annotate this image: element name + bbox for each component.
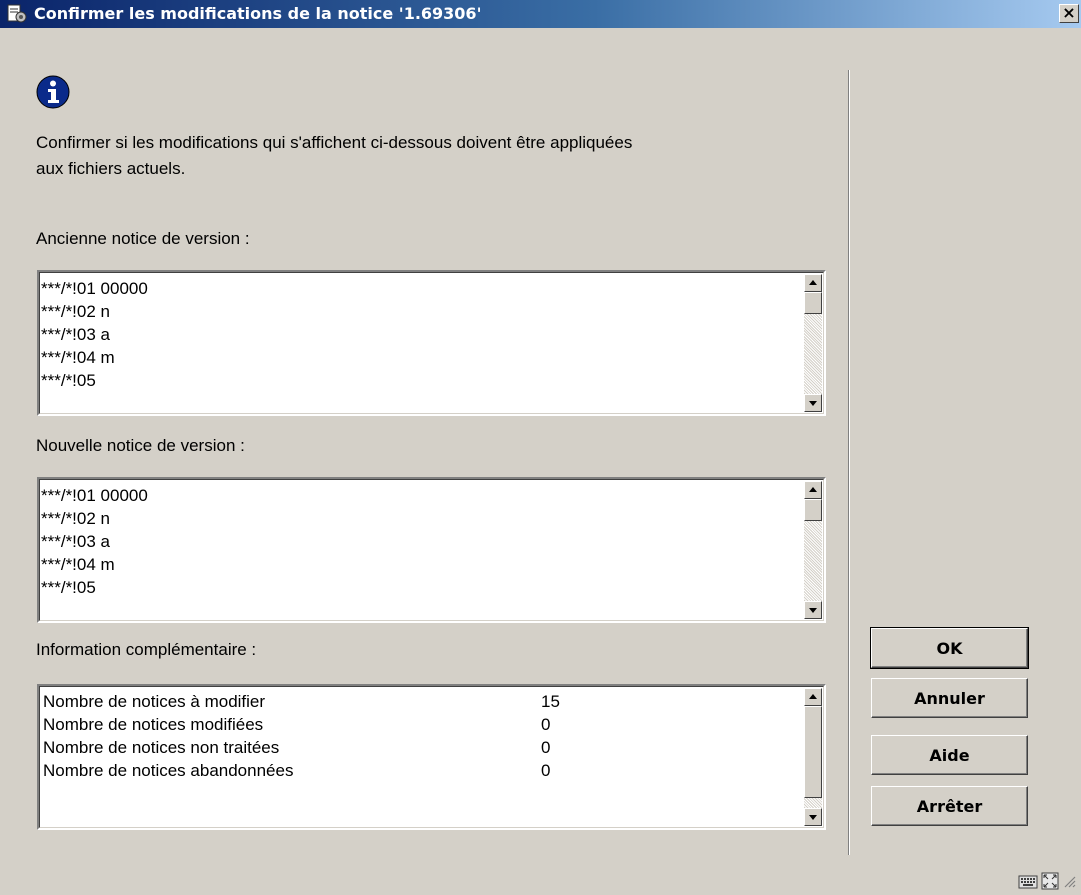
help-button[interactable]: Aide xyxy=(871,735,1028,775)
additional-info-label: Information complémentaire : xyxy=(36,640,257,659)
fullscreen-icon[interactable] xyxy=(1041,872,1059,890)
list-item: ***/*!02 n xyxy=(41,509,110,528)
info-value: 0 xyxy=(541,738,551,757)
arrow-up-icon xyxy=(809,487,817,492)
old-record-label: Ancienne notice de version : xyxy=(36,229,250,248)
additional-info-list[interactable]: Nombre de notices à modifier 15 Nombre d… xyxy=(37,684,826,830)
arrow-up-icon xyxy=(809,280,817,285)
scroll-up-button[interactable] xyxy=(804,274,822,292)
info-label: Nombre de notices abandonnées xyxy=(43,761,294,780)
list-item: ***/*!05 xyxy=(41,578,96,597)
list-item: ***/*!03 a xyxy=(41,532,110,551)
status-icons xyxy=(1014,870,1078,892)
scroll-thumb[interactable] xyxy=(804,706,822,798)
info-label: Nombre de notices non traitées xyxy=(43,738,280,757)
list-item: ***/*!04 m xyxy=(41,348,115,367)
scroll-down-button[interactable] xyxy=(804,808,822,826)
new-record-label: Nouvelle notice de version : xyxy=(36,436,245,455)
arrow-down-icon xyxy=(809,815,817,820)
message-line-1: Confirmer si les modifications qui s'aff… xyxy=(36,133,633,152)
info-value: 15 xyxy=(541,692,560,711)
resize-icon[interactable] xyxy=(1064,876,1076,888)
message-line-2: aux fichiers actuels. xyxy=(36,159,186,178)
info-value: 0 xyxy=(541,715,551,734)
new-record-list[interactable]: ***/*!01 00000 ***/*!02 n ***/*!03 a ***… xyxy=(37,477,826,623)
ok-button[interactable]: OK xyxy=(870,627,1029,669)
scroll-thumb[interactable] xyxy=(804,499,822,521)
info-icon xyxy=(36,75,70,109)
list-item: ***/*!03 a xyxy=(41,325,110,344)
scroll-thumb[interactable] xyxy=(804,292,822,314)
scroll-down-button[interactable] xyxy=(804,394,822,412)
scroll-down-button[interactable] xyxy=(804,601,822,619)
list-item: ***/*!01 00000 xyxy=(41,279,148,298)
vertical-scrollbar[interactable] xyxy=(804,274,822,412)
list-item: ***/*!05 xyxy=(41,371,96,390)
arrow-up-icon xyxy=(809,694,817,699)
arrow-down-icon xyxy=(809,608,817,613)
list-item: ***/*!02 n xyxy=(41,302,110,321)
close-button[interactable]: × xyxy=(1059,4,1079,23)
app-icon xyxy=(7,4,27,23)
scroll-up-button[interactable] xyxy=(804,481,822,499)
list-item: ***/*!04 m xyxy=(41,555,115,574)
title-bar[interactable]: Confirmer les modifications de la notice… xyxy=(0,0,1081,28)
vertical-scrollbar[interactable] xyxy=(804,688,822,826)
info-label: Nombre de notices modifiées xyxy=(43,715,264,734)
window-title: Confirmer les modifications de la notice… xyxy=(34,4,482,23)
stop-button[interactable]: Arrêter xyxy=(871,786,1028,826)
scroll-up-button[interactable] xyxy=(804,688,822,706)
list-item: ***/*!01 00000 xyxy=(41,486,148,505)
vertical-divider xyxy=(848,70,850,855)
cancel-button[interactable]: Annuler xyxy=(871,678,1028,718)
vertical-scrollbar[interactable] xyxy=(804,481,822,619)
keyboard-icon[interactable] xyxy=(1018,873,1038,889)
info-value: 0 xyxy=(541,761,551,780)
info-label: Nombre de notices à modifier xyxy=(43,692,266,711)
arrow-down-icon xyxy=(809,401,817,406)
old-record-list[interactable]: ***/*!01 00000 ***/*!02 n ***/*!03 a ***… xyxy=(37,270,826,416)
